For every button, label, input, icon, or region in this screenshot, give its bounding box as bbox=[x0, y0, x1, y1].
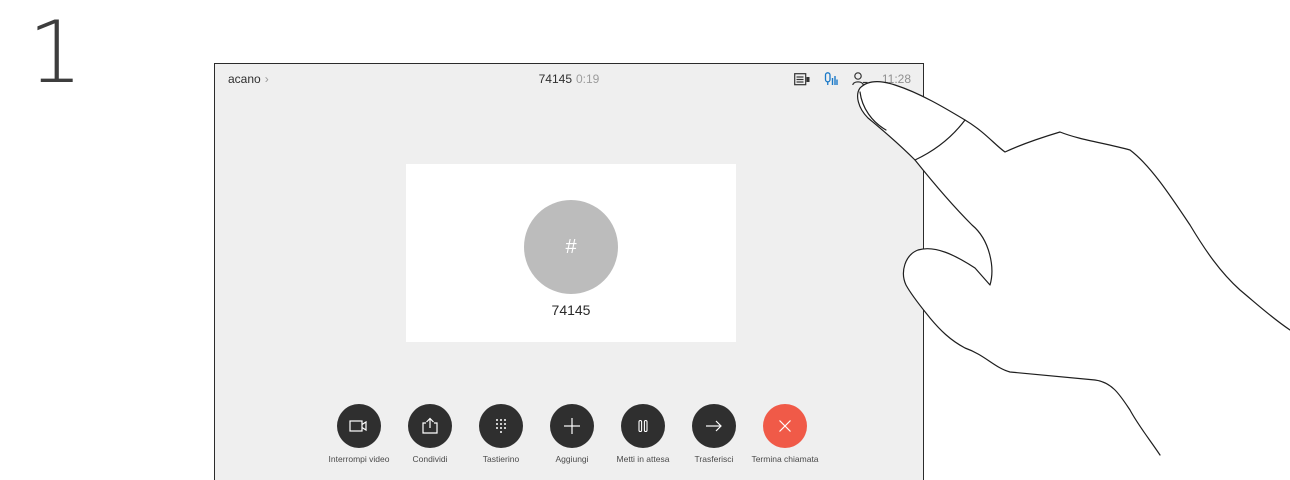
call-status-bar: acano › 74145 0:19 11:28 bbox=[215, 64, 923, 94]
share-label: Condividi bbox=[412, 454, 448, 464]
keypad-button[interactable] bbox=[479, 404, 523, 448]
step-number: 1 bbox=[28, 3, 83, 103]
call-duration: 0:19 bbox=[576, 72, 600, 86]
avatar: # bbox=[524, 200, 618, 294]
share-icon bbox=[422, 417, 438, 434]
plus-icon bbox=[564, 418, 580, 434]
transfer-control: Trasferisci bbox=[675, 404, 753, 465]
caller-number: 74145 bbox=[551, 302, 591, 318]
hold-label: Metti in attesa bbox=[616, 454, 670, 464]
video-camera-icon bbox=[349, 420, 367, 432]
end-call-label: Termina chiamata bbox=[751, 454, 819, 464]
layout-icon[interactable] bbox=[793, 72, 810, 86]
add-label: Aggiungi bbox=[555, 454, 589, 464]
keypad-label: Tastierino bbox=[482, 454, 520, 464]
close-icon bbox=[779, 420, 791, 432]
clock: 11:28 bbox=[881, 72, 911, 86]
transfer-button[interactable] bbox=[692, 404, 736, 448]
touch-panel-screen: acano › 74145 0:19 11:28 # 74145 Interro… bbox=[214, 63, 924, 480]
stop-video-control: Interrompi video bbox=[320, 404, 398, 465]
call-number: 74145 bbox=[538, 72, 572, 86]
end-call-control: Termina chiamata bbox=[746, 404, 824, 465]
stop-video-button[interactable] bbox=[337, 404, 381, 448]
hold-control: Metti in attesa bbox=[604, 404, 682, 465]
call-controls: Interrompi video Condividi Tastierino Ag… bbox=[320, 404, 819, 480]
end-call-button[interactable] bbox=[763, 404, 807, 448]
hold-button[interactable] bbox=[621, 404, 665, 448]
audio-level-icon[interactable] bbox=[824, 72, 838, 86]
share-control: Condividi bbox=[391, 404, 469, 465]
stop-video-label: Interrompi video bbox=[328, 454, 390, 464]
share-button[interactable] bbox=[408, 404, 452, 448]
arrow-right-icon bbox=[706, 420, 722, 432]
status-icons: 11:28 bbox=[780, 70, 911, 88]
keypad-icon bbox=[496, 419, 506, 433]
transfer-label: Trasferisci bbox=[694, 454, 734, 464]
add-button[interactable] bbox=[550, 404, 594, 448]
pause-icon bbox=[638, 419, 648, 433]
keypad-control: Tastierino bbox=[462, 404, 540, 465]
caller-card: # 74145 bbox=[406, 164, 736, 342]
add-control: Aggiungi bbox=[533, 404, 611, 465]
participants-icon[interactable] bbox=[852, 72, 868, 86]
